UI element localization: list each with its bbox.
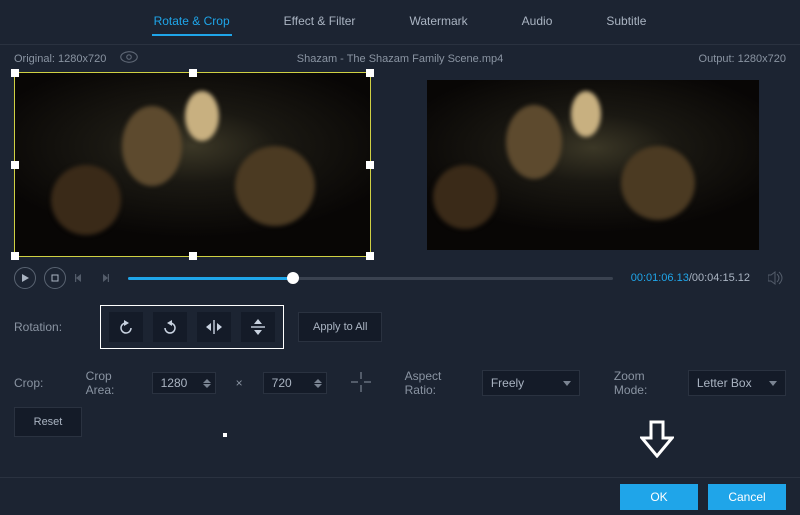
crop-height-input[interactable] [272,376,310,390]
crop-width-stepper[interactable] [152,372,216,394]
next-frame-icon[interactable] [96,271,110,285]
filename: Shazam - The Shazam Family Scene.mp4 [297,53,503,65]
time-current: 00:01:06.13 [631,272,689,284]
zoom-mode-dropdown[interactable]: Letter Box [688,370,786,396]
rotation-buttons-group [100,305,284,349]
progress-track[interactable] [128,277,613,280]
output-resolution: Output: 1280x720 [699,53,786,65]
reset-button[interactable]: Reset [14,407,82,437]
crop-width-input[interactable] [161,376,199,390]
width-up-icon[interactable] [203,379,211,383]
crop-preview[interactable] [14,72,371,257]
flip-vertical-button[interactable] [241,312,275,342]
cancel-button[interactable]: Cancel [708,484,786,510]
playback-bar: 00:01:06.13/00:04:15.12 [0,257,800,295]
info-bar: Original: 1280x720 Shazam - The Shazam F… [0,45,800,72]
original-resolution: Original: 1280x720 [14,53,106,65]
zoom-mode-label: Zoom Mode: [614,369,668,397]
rotation-label: Rotation: [14,320,86,334]
aspect-ratio-label: Aspect Ratio: [405,369,462,397]
time-total: /00:04:15.12 [689,272,750,284]
tab-rotate-crop[interactable]: Rotate & Crop [152,8,232,36]
decorative-dot [223,433,227,437]
progress-handle[interactable] [287,272,299,284]
preview-toggle-icon[interactable] [120,51,138,66]
output-preview [427,80,759,250]
flip-horizontal-button[interactable] [197,312,231,342]
tab-bar: Rotate & Crop Effect & Filter Watermark … [0,0,800,45]
width-down-icon[interactable] [203,384,211,388]
annotation-arrow-icon [640,420,674,461]
rotate-right-button[interactable] [153,312,187,342]
tab-watermark[interactable]: Watermark [407,8,469,36]
center-crop-icon[interactable] [351,372,371,395]
height-down-icon[interactable] [314,384,322,388]
tab-effect-filter[interactable]: Effect & Filter [282,8,358,36]
dimension-separator: × [236,376,243,390]
rotation-row: Rotation: Apply to All [0,295,800,359]
apply-to-all-button[interactable]: Apply to All [298,312,382,342]
volume-icon[interactable] [766,271,786,285]
rotate-left-button[interactable] [109,312,143,342]
chevron-down-icon [563,381,571,386]
play-button[interactable] [14,267,36,289]
progress-fill [128,277,293,280]
stop-button[interactable] [44,267,66,289]
footer: OK Cancel [0,477,800,515]
tab-subtitle[interactable]: Subtitle [604,8,648,36]
crop-area-label: Crop Area: [86,369,132,397]
aspect-ratio-value: Freely [491,376,524,390]
crop-row: Crop: Crop Area: × Aspect Ratio: Freely … [0,359,800,407]
tab-audio[interactable]: Audio [520,8,555,36]
chevron-down-icon [769,381,777,386]
height-up-icon[interactable] [314,379,322,383]
crop-label: Crop: [14,376,72,390]
aspect-ratio-dropdown[interactable]: Freely [482,370,580,396]
zoom-mode-value: Letter Box [697,376,752,390]
crop-height-stepper[interactable] [263,372,327,394]
preview-area [0,72,800,257]
ok-button[interactable]: OK [620,484,698,510]
prev-frame-icon[interactable] [74,271,88,285]
